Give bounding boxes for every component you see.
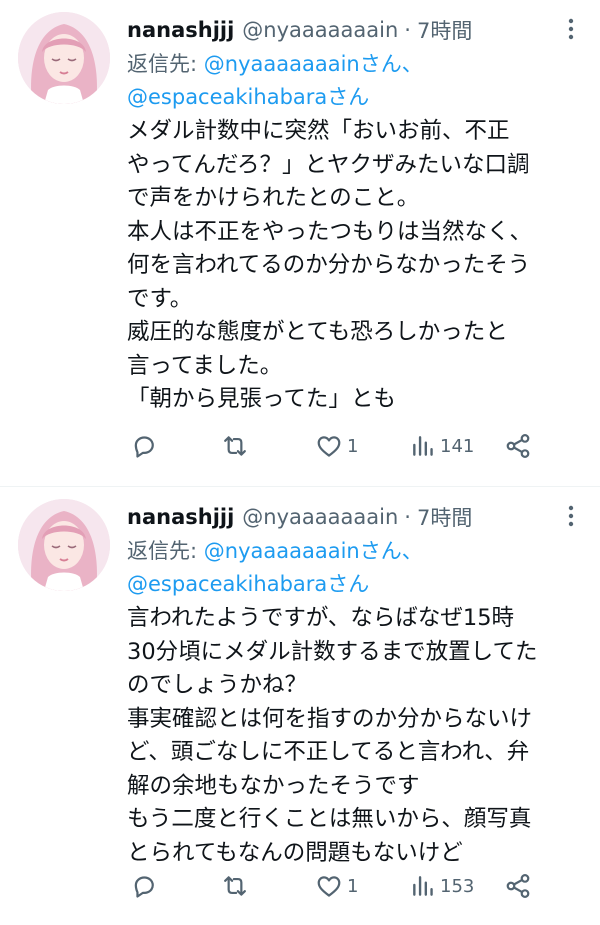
tweet-text-line: です。 — [127, 285, 193, 312]
share-button[interactable] — [504, 432, 532, 460]
author-name[interactable]: nanashjjj — [127, 18, 234, 42]
like-button[interactable]: 1 — [315, 872, 358, 900]
like-count: 1 — [347, 875, 359, 897]
author-handle[interactable]: @nyaaaaaaain — [242, 505, 398, 529]
views-icon — [413, 436, 433, 456]
timestamp[interactable]: 7時間 — [417, 15, 472, 45]
tweet-text-line: 威圧的な態度がとても恐ろしかったと — [127, 319, 508, 345]
tweet-text-line: 「朝から見張ってた」とも — [127, 386, 396, 412]
like-button[interactable]: 1 — [315, 432, 358, 460]
retweet-icon — [224, 876, 246, 896]
tweet-text-line: 本人は不正をやったつもりは当然なく、 — [127, 218, 533, 245]
reply-icon — [134, 436, 154, 458]
retweet-button[interactable] — [220, 872, 250, 900]
tweet-text-line: やってんだろ？」とヤクザみたいな口調 — [127, 151, 530, 178]
reply-mention[interactable]: @espaceakihabaraさん — [127, 85, 369, 109]
tweet-text-line: ど、頭ごなしに不正してると言われ、弁 — [127, 739, 530, 765]
tweet-text: 言われたようですが、ならばなぜ15時 30分頃にメダル計数するまで放置してた の… — [127, 602, 582, 870]
separator: · — [404, 18, 411, 42]
share-button[interactable] — [504, 872, 532, 900]
views-button[interactable]: 153 — [410, 873, 474, 899]
more-icon[interactable] — [556, 501, 586, 531]
share-icon — [506, 874, 530, 898]
reply-context: 返信先: @nyaaaaaaainさん、 @espaceakihabaraさん — [127, 535, 580, 601]
reply-context: 返信先: @nyaaaaaaainさん、 @espaceakihabaraさん — [127, 48, 580, 114]
tweet-header: nanashjjj @nyaaaaaaain · 7時間 — [127, 501, 586, 533]
timestamp[interactable]: 7時間 — [417, 502, 472, 532]
author-name[interactable]: nanashjjj — [127, 505, 234, 529]
tweet-text-line: 解の余地もなかったそうです — [127, 772, 420, 799]
view-count: 141 — [440, 435, 475, 457]
tweet-text-line: 言われたようですが、ならばなぜ15時 — [127, 605, 515, 631]
reply-prefix: 返信先: — [127, 539, 204, 563]
views-icon — [413, 876, 433, 896]
retweet-icon — [224, 436, 246, 456]
heart-icon — [317, 876, 341, 897]
reply-button[interactable] — [130, 872, 158, 900]
heart-icon — [317, 436, 341, 457]
tweet-text: メダル計数中に突然「おいお前、不正 やってんだろ？」とヤクザみたいな口調 で声を… — [127, 115, 582, 417]
reply-button[interactable] — [130, 432, 158, 460]
more-icon[interactable] — [556, 14, 586, 44]
reply-mention[interactable]: @espaceakihabaraさん — [127, 572, 369, 596]
retweet-button[interactable] — [220, 432, 250, 460]
reply-icon — [134, 876, 154, 898]
action-bar: 1 141 — [128, 428, 540, 464]
author-handle[interactable]: @nyaaaaaaain — [242, 18, 398, 42]
reply-prefix: 返信先: — [127, 52, 204, 76]
reply-mention[interactable]: @nyaaaaaaainさん、 — [204, 52, 423, 76]
view-count: 153 — [440, 875, 475, 897]
tweet-text-line: 30分頃にメダル計数するまで放置してた — [127, 638, 538, 665]
tweet-header: nanashjjj @nyaaaaaaain · 7時間 — [127, 14, 586, 46]
avatar[interactable] — [18, 12, 110, 104]
tweet-text-line: とられてもなんの問題もないけど — [127, 839, 463, 866]
tweet-text-line: メダル計数中に突然「おいお前、不正 — [127, 118, 510, 144]
tweet-text-line: 事実確認とは何を指すのか分からないけ — [127, 705, 533, 732]
tweet-text-line: 何を言われてるのか分からなかったそう — [127, 252, 531, 278]
tweet-text-line: 言ってました。 — [127, 352, 283, 379]
action-bar: 1 153 — [128, 868, 540, 904]
tweet-text-line: もう二度と行くことは無いから、顔写真 — [127, 806, 532, 832]
like-count: 1 — [347, 435, 359, 457]
tweet[interactable]: nanashjjj @nyaaaaaaain · 7時間 返信先: @nyaaa… — [0, 487, 600, 925]
tweet[interactable]: nanashjjj @nyaaaaaaain · 7時間 返信先: @nyaaa… — [0, 0, 600, 487]
tweet-text-line: のでしょうかね？ — [127, 672, 308, 698]
share-icon — [506, 434, 530, 458]
reply-mention[interactable]: @nyaaaaaaainさん、 — [204, 539, 423, 563]
views-button[interactable]: 141 — [410, 433, 474, 459]
separator: · — [404, 505, 411, 529]
tweet-text-line: で声をかけられたとのこと。 — [127, 185, 420, 211]
avatar[interactable] — [18, 499, 110, 591]
